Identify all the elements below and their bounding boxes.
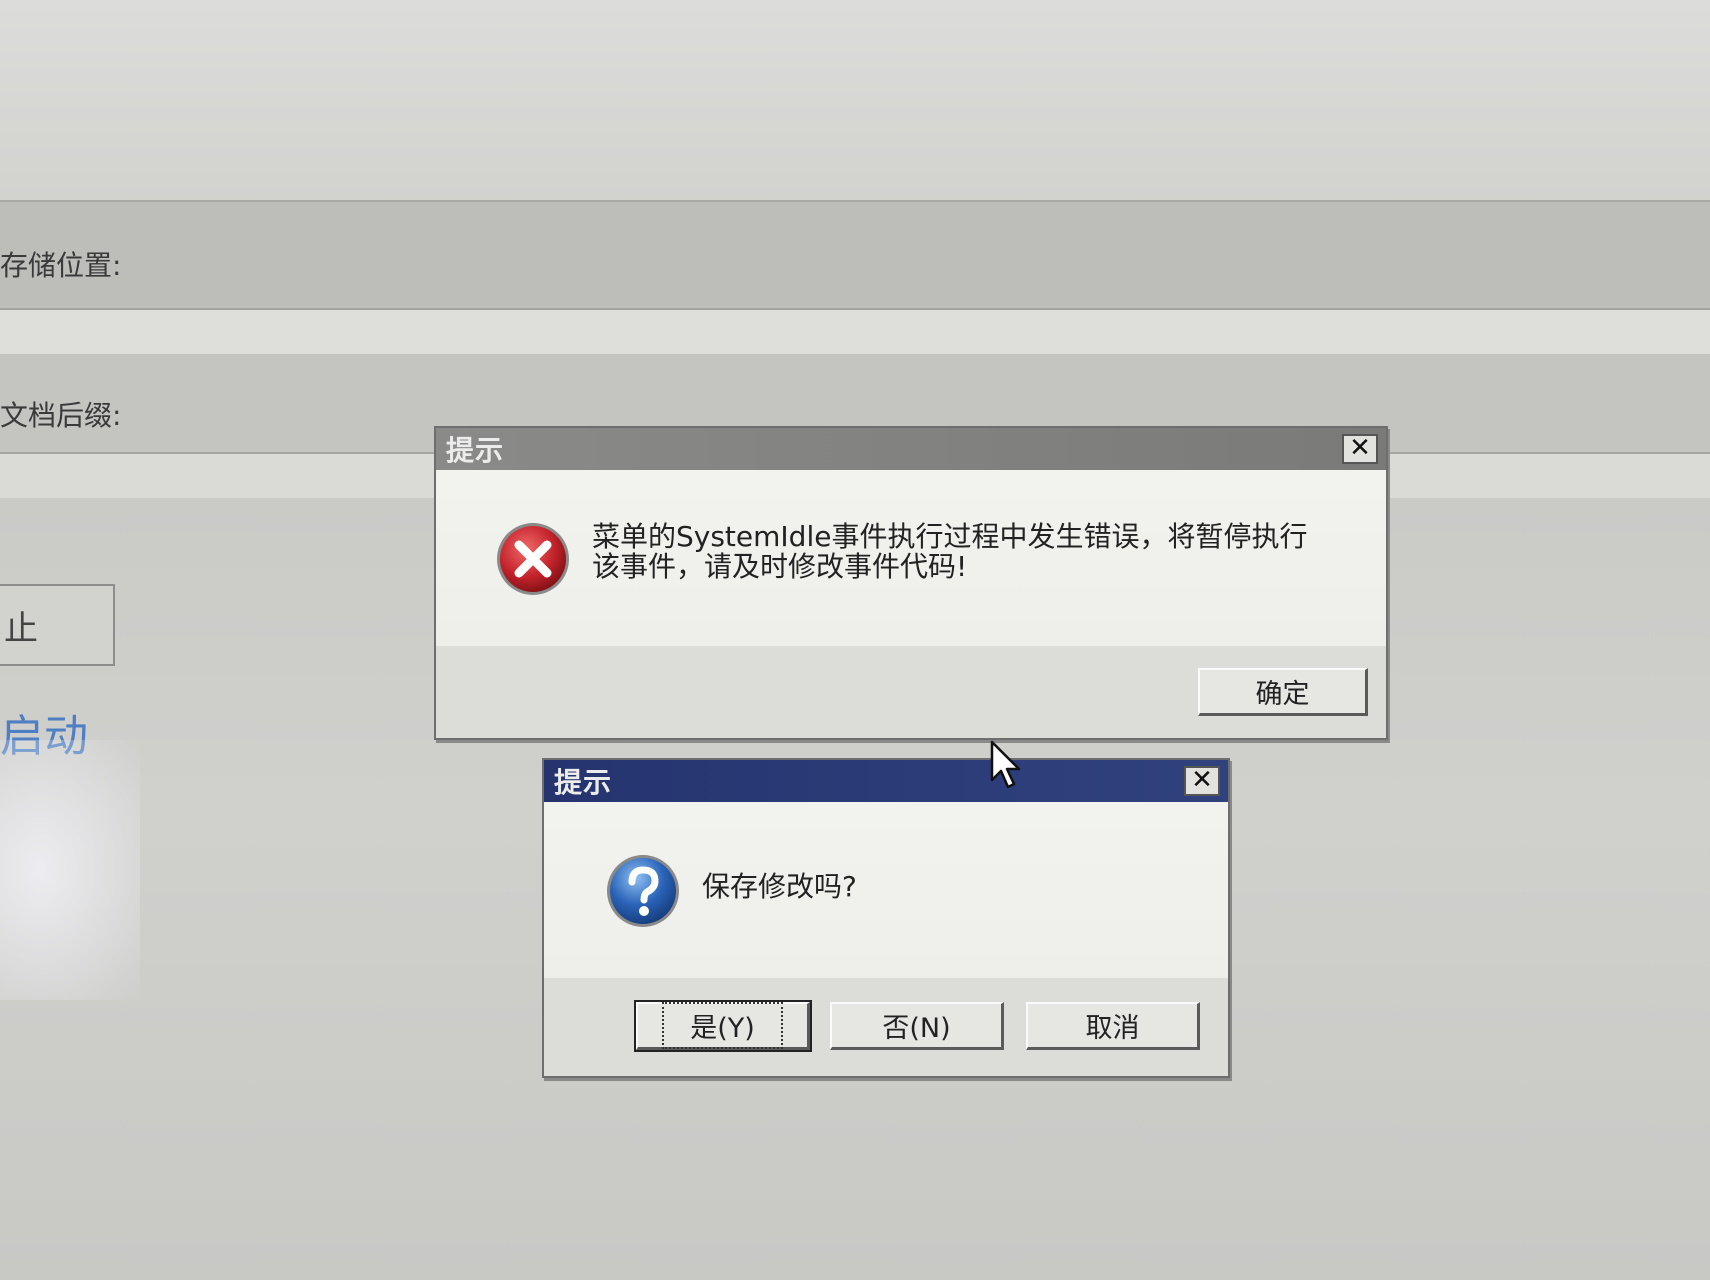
yes-button[interactable]: 是(Y) — [634, 1000, 812, 1052]
close-icon: ✕ — [1191, 765, 1213, 795]
document-suffix-label: 文档后缀: — [0, 399, 122, 432]
yes-button-label: 是(Y) — [662, 1002, 783, 1049]
stop-button-label: 止 — [4, 608, 38, 649]
no-button[interactable]: 否(N) — [830, 1002, 1004, 1050]
save-changes-dialog: 提示 ✕ 保存修改吗? 是(Y) 否(N) 取消 — [542, 758, 1230, 1078]
mouse-cursor-icon — [990, 740, 1021, 789]
error-dialog: 提示 ✕ 菜单的SystemIdle事件执行过程中发生错误，将暂停执行该事件，请… — [434, 426, 1388, 740]
error-message: 菜单的SystemIdle事件执行过程中发生错误，将暂停执行该事件，请及时修改事… — [592, 520, 1308, 583]
question-icon — [607, 855, 679, 927]
error-dialog-title: 提示 — [446, 434, 505, 467]
error-dialog-titlebar[interactable]: 提示 ✕ — [436, 428, 1386, 470]
screen-glare — [0, 740, 140, 1000]
storage-row — [0, 200, 1710, 310]
save-dialog-titlebar[interactable]: 提示 ✕ — [544, 760, 1228, 802]
close-icon: ✕ — [1349, 433, 1371, 463]
ok-button[interactable]: 确定 — [1198, 668, 1368, 716]
error-dialog-close-button[interactable]: ✕ — [1342, 434, 1378, 464]
stop-button[interactable]: 止 — [0, 584, 115, 666]
save-dialog-close-button[interactable]: ✕ — [1184, 766, 1220, 796]
storage-location-label: 存储位置: — [0, 249, 122, 282]
cancel-button[interactable]: 取消 — [1026, 1002, 1200, 1050]
save-dialog-title: 提示 — [554, 766, 613, 799]
error-icon — [497, 523, 569, 595]
save-changes-message: 保存修改吗? — [702, 870, 857, 903]
background-window-header — [0, 0, 1710, 200]
storage-input[interactable] — [0, 308, 1710, 356]
